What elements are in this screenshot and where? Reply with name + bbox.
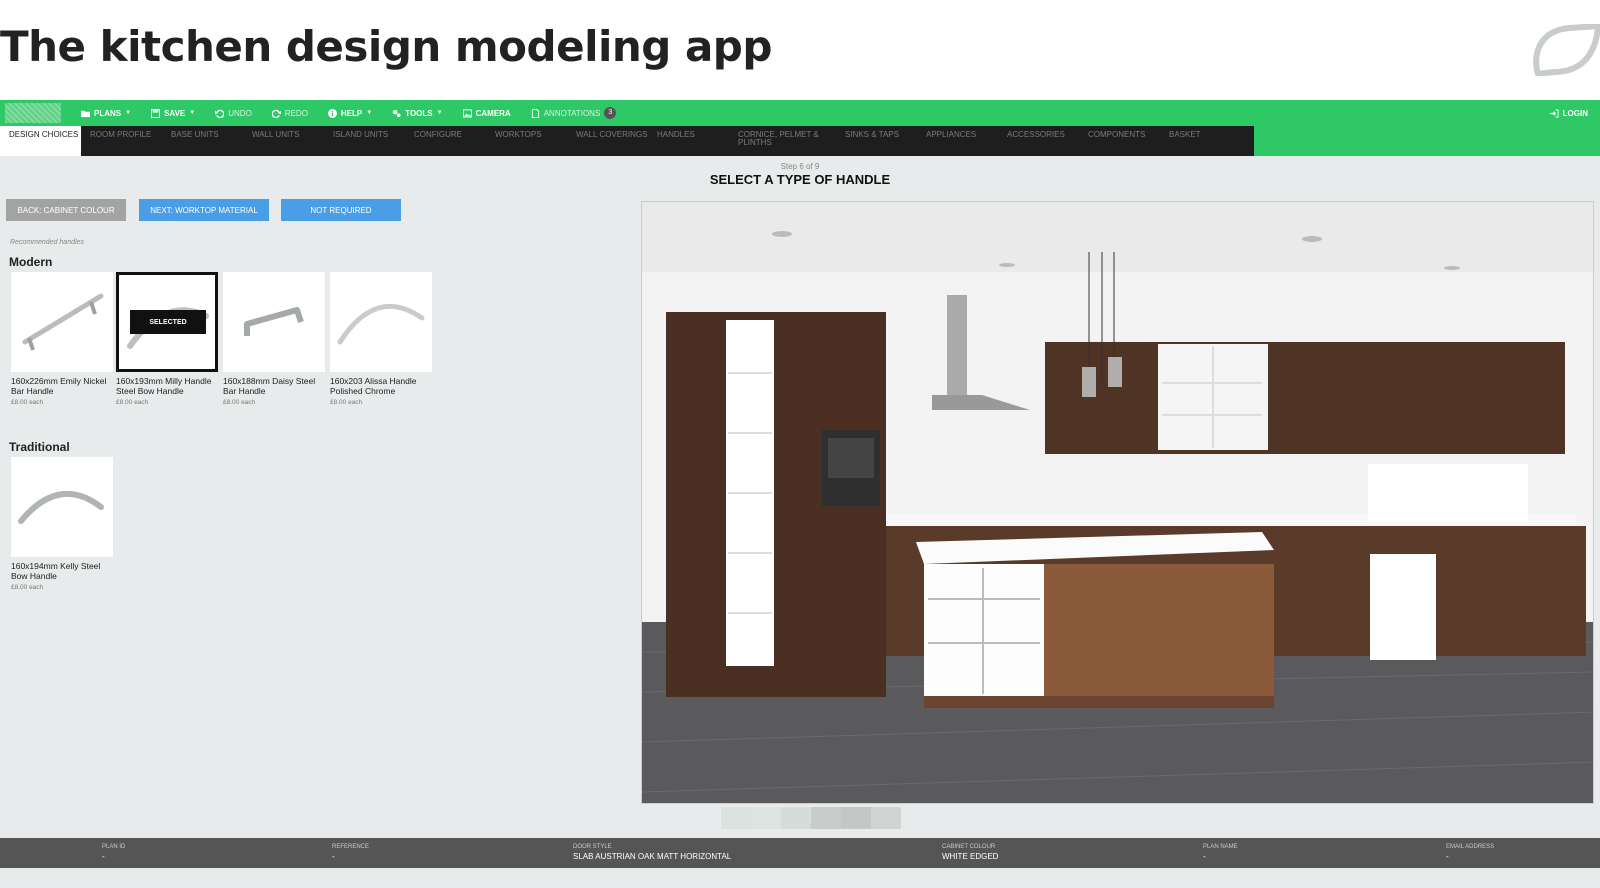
handle-name: 160x193mm Milly Handle Steel Bow Handle <box>116 376 212 396</box>
annotations-count-badge: 3 <box>604 107 617 119</box>
handle-name: 160x188mm Daisy Steel Bar Handle <box>223 376 316 396</box>
undo-icon <box>215 109 225 118</box>
footer-plan-name: PLAN NAME - <box>1203 844 1238 861</box>
caret-down-icon: ▼ <box>125 110 132 116</box>
next-worktop-material-button[interactable]: NEXT: WORKTOP MATERIAL <box>139 199 269 221</box>
thumbnail[interactable] <box>841 807 871 829</box>
help-menu[interactable]: HELP ▼ <box>327 108 373 118</box>
selected-badge: SELECTED <box>130 310 206 334</box>
thumbnail[interactable] <box>871 807 901 829</box>
step-tab-island-units[interactable]: ISLAND UNITS <box>324 126 405 156</box>
leaf-logo-icon <box>1533 24 1600 76</box>
step-tab-cornice-pelmet-plinths[interactable]: CORNICE, PELMET & PLINTHS <box>729 126 836 156</box>
caret-down-icon: ▼ <box>436 110 443 116</box>
handle-card[interactable]: 160x203 Alissa Handle Polished Chrome £8… <box>330 272 432 406</box>
handle-price: £8.00 each <box>11 584 44 591</box>
handle-card[interactable]: 160x194mm Kelly Steel Bow Handle £8.00 e… <box>11 457 113 591</box>
bar-handle-icon <box>244 307 304 336</box>
step-tab-wall-coverings[interactable]: WALL COVERINGS <box>567 126 648 156</box>
image-icon <box>462 108 472 118</box>
step-tab-basket[interactable]: BASKET <box>1160 126 1241 156</box>
thumbnail[interactable] <box>811 807 841 829</box>
info-icon <box>327 108 337 118</box>
step-tab-accessories[interactable]: ACCESSORIES <box>998 126 1079 156</box>
step-tab-room-profile[interactable]: ROOM PROFILE <box>81 126 162 156</box>
main-toolbar: PLANS ▼ SAVE ▼ UNDO REDO HELP ▼ TOOLS ▼ CAME… <box>0 100 1600 126</box>
plan-summary-footer: PLAN ID - REFERENCE - DOOR STYLE SLAB AU… <box>0 838 1600 868</box>
step-tab-sinks-taps[interactable]: SINKS & TAPS <box>836 126 917 156</box>
caret-down-icon: ▼ <box>189 110 196 116</box>
step-info: Step 6 of 9 SELECT A TYPE OF HANDLE <box>640 162 960 187</box>
handle-image[interactable] <box>330 272 432 372</box>
handle-price: £8.00 each <box>223 399 256 406</box>
arch-handle-icon <box>337 303 425 345</box>
redo-button[interactable]: REDO <box>271 109 308 118</box>
group-title-modern: Modern <box>9 255 53 269</box>
group-title-traditional: Traditional <box>9 440 70 454</box>
kitchen-preview[interactable] <box>641 201 1594 804</box>
thumbnail[interactable] <box>721 807 751 829</box>
footer-plan-id: PLAN ID - <box>102 844 126 861</box>
undo-button[interactable]: UNDO <box>215 109 252 118</box>
handle-image[interactable] <box>223 272 325 372</box>
footer-door-style: DOOR STYLE SLAB AUSTRIAN OAK MATT HORIZO… <box>573 844 732 861</box>
bow-handle-icon <box>18 491 104 524</box>
handle-card[interactable]: 160x226mm Emily Nickel Bar Handle £8.00 … <box>11 272 113 406</box>
footer-email-address: EMAIL ADDRESS - <box>1446 844 1495 861</box>
app-window: PLANS ▼ SAVE ▼ UNDO REDO HELP ▼ TOOLS ▼ CAME… <box>0 100 1600 888</box>
step-navigation: DESIGN CHOICES ROOM PROFILE BASE UNITS WALL… <box>0 126 1600 156</box>
redo-icon <box>271 109 281 118</box>
step-tab-handles[interactable]: HANDLES <box>648 126 729 156</box>
thumbnail[interactable] <box>751 807 781 829</box>
app-logo[interactable] <box>5 103 61 123</box>
handle-name: 160x226mm Emily Nickel Bar Handle <box>11 376 107 396</box>
login-button[interactable]: LOGIN <box>1549 108 1588 118</box>
handle-name: 160x194mm Kelly Steel Bow Handle <box>11 561 101 581</box>
camera-button[interactable]: CAMERA <box>462 108 511 118</box>
back-cabinet-colour-button[interactable]: BACK: CABINET COLOUR <box>6 199 126 221</box>
bar-handle-icon <box>22 293 104 351</box>
login-icon <box>1549 108 1559 118</box>
step-tab-wall-units[interactable]: WALL UNITS <box>243 126 324 156</box>
folder-icon <box>81 110 90 117</box>
step-tab-design-choices[interactable]: DESIGN CHOICES <box>0 126 81 156</box>
slide-title: The kitchen design modeling app <box>0 22 772 71</box>
step-tab-worktops[interactable]: WORKTOPS <box>486 126 567 156</box>
step-counter: Step 6 of 9 <box>780 162 820 171</box>
annotations-button[interactable]: ANNOTATIONS 3 <box>531 107 617 119</box>
step-tab-configure[interactable]: CONFIGURE <box>405 126 486 156</box>
handle-price: £8.00 each <box>330 399 363 406</box>
handle-image[interactable] <box>11 272 113 372</box>
step-tab-components[interactable]: COMPONENTS <box>1079 126 1160 156</box>
recommended-label: Recommended handles <box>10 239 84 246</box>
thumbnail[interactable] <box>781 807 811 829</box>
step-tab-base-units[interactable]: BASE UNITS <box>162 126 243 156</box>
document-icon <box>531 108 539 118</box>
tools-menu[interactable]: TOOLS ▼ <box>392 109 443 118</box>
handle-image[interactable] <box>11 457 113 557</box>
footer-reference: REFERENCE - <box>332 844 370 861</box>
kitchen-render-image <box>642 202 1593 803</box>
footer-cabinet-colour: CABINET COLOUR WHITE EDGED <box>942 844 999 861</box>
step-title: SELECT A TYPE OF HANDLE <box>709 172 891 187</box>
save-icon <box>151 108 161 118</box>
handle-image[interactable]: SELECTED <box>116 272 218 372</box>
slide-header: The kitchen design modeling app <box>0 0 1600 100</box>
handle-price: £8.00 each <box>11 399 44 406</box>
handle-price: £8.00 each <box>116 399 149 406</box>
handle-card[interactable]: 160x188mm Daisy Steel Bar Handle £8.00 e… <box>223 272 325 406</box>
caret-down-icon: ▼ <box>366 110 373 116</box>
gears-icon <box>393 109 401 117</box>
handle-name: 160x203 Alissa Handle Polished Chrome <box>330 376 417 396</box>
save-menu[interactable]: SAVE ▼ <box>151 108 196 118</box>
plans-menu[interactable]: PLANS ▼ <box>81 109 131 118</box>
not-required-button[interactable]: NOT REQUIRED <box>281 199 401 221</box>
step-tab-appliances[interactable]: APPLIANCES <box>917 126 998 156</box>
handle-card-selected[interactable]: SELECTED 160x193mm Milly Handle Steel Bo… <box>116 272 218 406</box>
preview-thumbnails <box>721 807 901 829</box>
